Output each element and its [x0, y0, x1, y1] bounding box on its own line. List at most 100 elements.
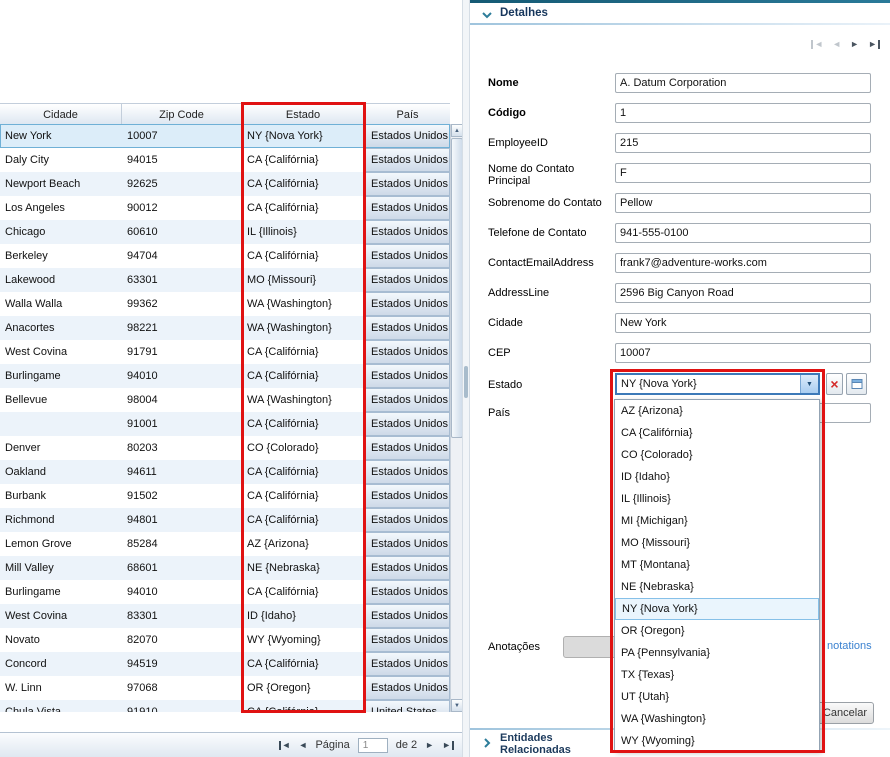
last-page-button[interactable]: ► — [442, 740, 454, 750]
dropdown-option[interactable]: UT {Utah} — [615, 686, 819, 708]
table-cell[interactable]: CA {Califórnia} — [242, 484, 365, 508]
collapse-details-icon[interactable] — [482, 10, 492, 22]
dropdown-option[interactable]: NE {Nebraska} — [615, 576, 819, 598]
column-header-0[interactable]: Cidade — [0, 104, 122, 125]
table-cell[interactable]: 99362 — [122, 292, 242, 316]
field-input[interactable]: frank7@adventure-works.com — [615, 253, 871, 273]
table-cell[interactable]: Estados Unidos — [365, 484, 450, 508]
open-editor-button[interactable] — [846, 373, 867, 395]
column-header-1[interactable]: Zip Code — [122, 104, 242, 125]
table-cell[interactable]: NE {Nebraska} — [242, 556, 365, 580]
table-row[interactable]: Berkeley94704CA {Califórnia}Estados Unid… — [0, 244, 450, 268]
table-cell[interactable]: Estados Unidos — [365, 532, 450, 556]
table-cell[interactable]: Chula Vista — [0, 700, 122, 712]
table-row[interactable]: Oakland94611CA {Califórnia}Estados Unido… — [0, 460, 450, 484]
table-row[interactable]: W. Linn97068OR {Oregon}Estados Unidos — [0, 676, 450, 700]
dropdown-option[interactable]: WA {Washington} — [615, 708, 819, 730]
last-record-button[interactable]: ► — [868, 39, 880, 49]
dropdown-option[interactable]: TX {Texas} — [615, 664, 819, 686]
dropdown-option[interactable]: AZ {Arizona} — [615, 400, 819, 422]
table-cell[interactable]: Estados Unidos — [365, 268, 450, 292]
table-cell[interactable]: CA {Califórnia} — [242, 700, 365, 712]
expand-related-entities-icon[interactable] — [484, 738, 491, 751]
first-record-button[interactable]: ◄ — [811, 39, 823, 49]
table-cell[interactable]: Estados Unidos — [365, 124, 450, 148]
table-cell[interactable]: IL {Illinois} — [242, 220, 365, 244]
field-input[interactable]: Pellow — [615, 193, 871, 213]
annotations-link[interactable]: notations — [827, 640, 872, 652]
table-row[interactable]: Denver80203CO {Colorado}Estados Unidos — [0, 436, 450, 460]
table-cell[interactable]: Estados Unidos — [365, 316, 450, 340]
table-row[interactable]: Burlingame94010CA {Califórnia}Estados Un… — [0, 364, 450, 388]
table-cell[interactable]: United States — [365, 700, 450, 712]
table-row[interactable]: Daly City94015CA {Califórnia}Estados Uni… — [0, 148, 450, 172]
table-cell[interactable]: Estados Unidos — [365, 172, 450, 196]
table-cell[interactable]: 60610 — [122, 220, 242, 244]
dropdown-option[interactable]: MT {Montana} — [615, 554, 819, 576]
table-row[interactable]: 91001CA {Califórnia}Estados Unidos — [0, 412, 450, 436]
table-cell[interactable]: Estados Unidos — [365, 148, 450, 172]
prev-record-button[interactable]: ◄ — [832, 39, 841, 49]
table-row[interactable]: New York10007NY {Nova York}Estados Unido… — [0, 124, 450, 148]
related-entities-title[interactable]: Entidades Relacionadas — [500, 733, 600, 756]
table-cell[interactable]: West Covina — [0, 340, 122, 364]
table-cell[interactable]: CA {Califórnia} — [242, 580, 365, 604]
dropdown-option[interactable]: NY {Nova York} — [615, 598, 819, 620]
table-cell[interactable]: NY {Nova York} — [242, 124, 365, 148]
table-cell[interactable]: ID {Idaho} — [242, 604, 365, 628]
table-cell[interactable]: WA {Washington} — [242, 388, 365, 412]
page-number-input[interactable]: 1 — [358, 738, 388, 753]
table-cell[interactable]: 94704 — [122, 244, 242, 268]
table-cell[interactable]: Berkeley — [0, 244, 122, 268]
table-cell[interactable]: Burlingame — [0, 580, 122, 604]
field-input[interactable]: 10007 — [615, 343, 871, 363]
table-cell[interactable]: OR {Oregon} — [242, 676, 365, 700]
first-page-button[interactable]: ◄ — [279, 740, 291, 750]
table-cell[interactable]: Concord — [0, 652, 122, 676]
table-cell[interactable]: Estados Unidos — [365, 604, 450, 628]
table-cell[interactable]: 94519 — [122, 652, 242, 676]
table-row[interactable]: Richmond94801CA {Califórnia}Estados Unid… — [0, 508, 450, 532]
table-cell[interactable]: Oakland — [0, 460, 122, 484]
table-cell[interactable]: 91001 — [122, 412, 242, 436]
table-cell[interactable]: Burbank — [0, 484, 122, 508]
table-row[interactable]: Anacortes98221WA {Washington}Estados Uni… — [0, 316, 450, 340]
table-cell[interactable]: Estados Unidos — [365, 340, 450, 364]
table-row[interactable]: Burlingame94010CA {Califórnia}Estados Un… — [0, 580, 450, 604]
table-row[interactable]: West Covina83301ID {Idaho}Estados Unidos — [0, 604, 450, 628]
table-row[interactable]: Concord94519CA {Califórnia}Estados Unido… — [0, 652, 450, 676]
table-row[interactable]: Burbank91502CA {Califórnia}Estados Unido… — [0, 484, 450, 508]
table-cell[interactable]: Chicago — [0, 220, 122, 244]
table-cell[interactable]: Novato — [0, 628, 122, 652]
table-cell[interactable]: New York — [0, 124, 122, 148]
splitter-grip[interactable] — [464, 366, 468, 398]
dropdown-option[interactable]: CA {Califórnia} — [615, 422, 819, 444]
panel-splitter[interactable] — [462, 0, 470, 757]
table-row[interactable]: Chula Vista91910CA {Califórnia}United St… — [0, 700, 450, 712]
table-cell[interactable]: W. Linn — [0, 676, 122, 700]
table-cell[interactable]: CA {Califórnia} — [242, 148, 365, 172]
dropdown-option[interactable]: MI {Michigan} — [615, 510, 819, 532]
table-cell[interactable]: 85284 — [122, 532, 242, 556]
field-input[interactable]: 1 — [615, 103, 871, 123]
cancel-button[interactable]: Cancelar — [816, 702, 874, 724]
table-cell[interactable]: 91502 — [122, 484, 242, 508]
table-cell[interactable]: Daly City — [0, 148, 122, 172]
table-cell[interactable]: CA {Califórnia} — [242, 508, 365, 532]
table-cell[interactable]: 91791 — [122, 340, 242, 364]
field-input[interactable]: 941-555-0100 — [615, 223, 871, 243]
field-input[interactable]: 2596 Big Canyon Road — [615, 283, 871, 303]
table-cell[interactable]: 68601 — [122, 556, 242, 580]
prev-page-button[interactable]: ◄ — [299, 740, 308, 750]
table-cell[interactable]: CA {Califórnia} — [242, 172, 365, 196]
table-row[interactable]: Bellevue98004WA {Washington}Estados Unid… — [0, 388, 450, 412]
table-cell[interactable]: Estados Unidos — [365, 436, 450, 460]
table-cell[interactable]: Estados Unidos — [365, 676, 450, 700]
field-input[interactable]: A. Datum Corporation — [615, 73, 871, 93]
table-cell[interactable]: 94801 — [122, 508, 242, 532]
table-cell[interactable]: Walla Walla — [0, 292, 122, 316]
dropdown-option[interactable]: OR {Oregon} — [615, 620, 819, 642]
combo-dropdown-icon[interactable]: ▼ — [800, 375, 818, 393]
table-cell[interactable]: CA {Califórnia} — [242, 340, 365, 364]
table-row[interactable]: Novato82070WY {Wyoming}Estados Unidos — [0, 628, 450, 652]
